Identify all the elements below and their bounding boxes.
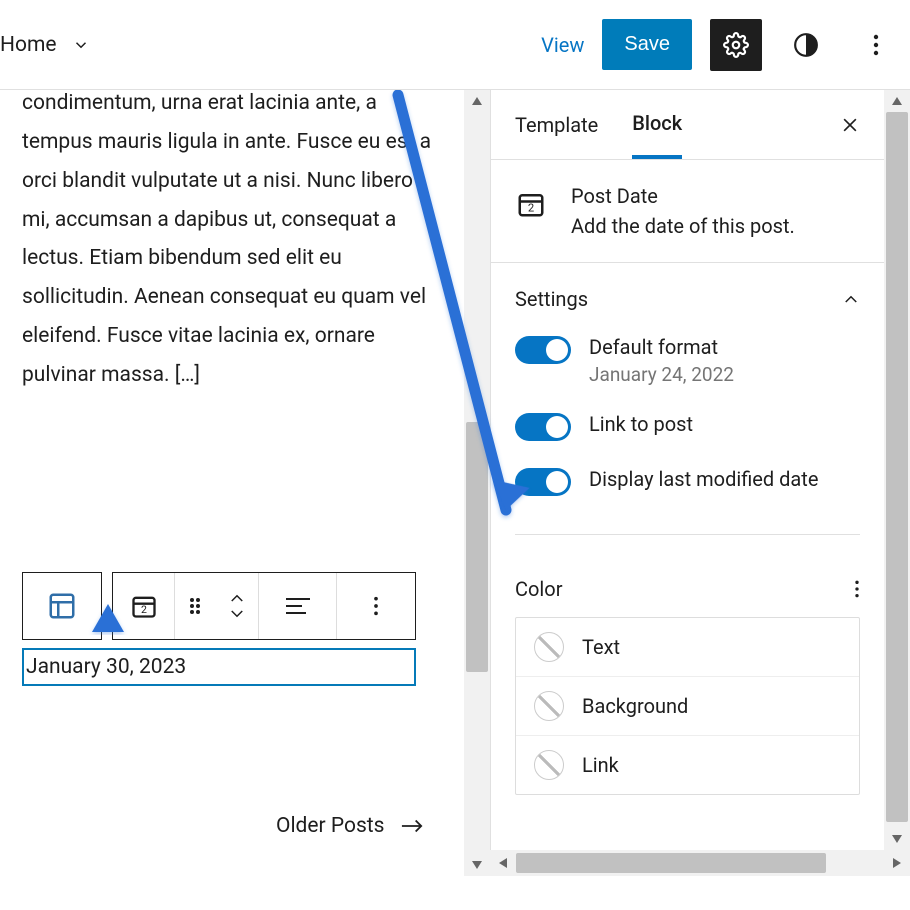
scroll-thumb[interactable] — [516, 853, 826, 873]
block-more-button[interactable] — [337, 573, 415, 639]
link-to-post-label: Link to post — [589, 410, 693, 438]
toggle-display-modified[interactable] — [515, 468, 571, 496]
color-heading: Color — [515, 577, 562, 601]
gear-icon — [723, 32, 749, 58]
scroll-track[interactable] — [516, 850, 884, 876]
block-info-panel: 2 Post Date Add the date of this post. — [491, 160, 884, 263]
post-date-icon: 2 — [515, 188, 547, 220]
move-up-button[interactable] — [228, 592, 246, 604]
default-format-example: January 24, 2022 — [589, 363, 734, 386]
align-button[interactable] — [259, 573, 337, 639]
color-background-label: Background — [582, 694, 688, 718]
settings-heading: Settings — [515, 287, 588, 311]
post-date-value: January 30, 2023 — [26, 655, 186, 679]
move-buttons — [215, 573, 259, 639]
color-text[interactable]: Text — [516, 618, 859, 677]
contrast-icon — [793, 32, 819, 58]
setting-display-modified: Display last modified date — [515, 453, 860, 508]
paragraph-block[interactable]: condimentum, urna erat lacinia ante, a t… — [22, 90, 442, 395]
color-text-label: Text — [582, 635, 620, 659]
scroll-left-button[interactable] — [490, 857, 516, 869]
scroll-thumb[interactable] — [886, 112, 908, 822]
scroll-down-button[interactable] — [884, 828, 910, 850]
color-heading-row[interactable]: Color — [515, 571, 860, 611]
block-type-button[interactable]: 2 — [113, 573, 175, 639]
settings-button[interactable] — [710, 19, 762, 71]
align-icon — [284, 595, 312, 617]
display-modified-label: Display last modified date — [589, 465, 818, 493]
drag-icon — [188, 596, 202, 616]
svg-text:2: 2 — [528, 202, 534, 215]
default-format-label: Default format — [589, 333, 734, 361]
color-section: Color Text Background — [491, 553, 884, 813]
scroll-up-button[interactable] — [464, 90, 490, 112]
scroll-up-button[interactable] — [884, 90, 910, 112]
chevron-up-icon — [842, 293, 860, 305]
settings-section: Settings Default format January 24, 2022 — [491, 263, 884, 553]
swatch-icon — [534, 691, 564, 721]
scroll-thumb[interactable] — [466, 422, 488, 672]
home-label: Home — [0, 33, 57, 57]
arrow-right-icon — [401, 819, 423, 833]
scroll-track[interactable] — [464, 112, 490, 854]
drag-handle[interactable] — [175, 573, 215, 639]
close-icon — [840, 115, 860, 135]
kebab-icon — [873, 33, 879, 57]
setting-default-format: Default format January 24, 2022 — [515, 321, 860, 398]
color-list: Text Background Link — [515, 617, 860, 795]
close-sidebar-button[interactable] — [840, 115, 860, 135]
color-link-label: Link — [582, 753, 619, 777]
sidebar-tabs: Template Block — [491, 90, 884, 160]
tab-template[interactable]: Template — [515, 93, 598, 157]
scroll-right-button[interactable] — [884, 857, 910, 869]
toggle-default-format[interactable] — [515, 336, 571, 364]
post-date-block[interactable]: January 30, 2023 — [22, 648, 416, 686]
color-background[interactable]: Background — [516, 677, 859, 736]
toggle-link-to-post[interactable] — [515, 413, 571, 441]
block-description: Add the date of this post. — [571, 214, 795, 238]
chevron-down-icon — [71, 35, 91, 55]
sidebar-scrollbar[interactable] — [884, 90, 910, 850]
parent-block-button[interactable] — [23, 573, 101, 639]
swatch-icon — [534, 750, 564, 780]
more-options-button[interactable] — [850, 19, 902, 71]
post-date-icon: 2 — [130, 592, 158, 620]
styles-button[interactable] — [780, 19, 832, 71]
older-posts-label: Older Posts — [276, 814, 385, 838]
kebab-icon[interactable] — [854, 579, 860, 599]
editor-scrollbar[interactable] — [464, 90, 490, 876]
older-posts-link[interactable]: Older Posts — [276, 814, 423, 838]
move-down-button[interactable] — [228, 608, 246, 620]
document-switcher[interactable]: Home — [0, 33, 91, 57]
post-content[interactable]: condimentum, urna erat lacinia ante, a t… — [0, 90, 464, 415]
editor-column: condimentum, urna erat lacinia ante, a t… — [0, 90, 490, 876]
scroll-track[interactable] — [884, 112, 910, 828]
save-button[interactable]: Save — [602, 19, 692, 70]
scroll-down-button[interactable] — [464, 854, 490, 876]
color-link[interactable]: Link — [516, 736, 859, 794]
main-area: condimentum, urna erat lacinia ante, a t… — [0, 90, 910, 876]
top-bar: Home View Save — [0, 0, 910, 90]
sidebar-h-scrollbar[interactable] — [490, 850, 910, 876]
settings-heading-row[interactable]: Settings — [515, 281, 860, 321]
view-link[interactable]: View — [541, 33, 584, 57]
block-toolbar: 2 — [22, 572, 416, 640]
svg-text:2: 2 — [141, 603, 147, 616]
setting-link-to-post: Link to post — [515, 398, 860, 453]
layout-icon — [47, 591, 77, 621]
topbar-actions: View Save — [541, 19, 902, 71]
tab-block[interactable]: Block — [632, 91, 682, 159]
settings-sidebar: Template Block 2 Post Date Add the date … — [490, 90, 910, 876]
block-title: Post Date — [571, 184, 795, 208]
swatch-icon — [534, 632, 564, 662]
kebab-icon — [373, 595, 379, 617]
